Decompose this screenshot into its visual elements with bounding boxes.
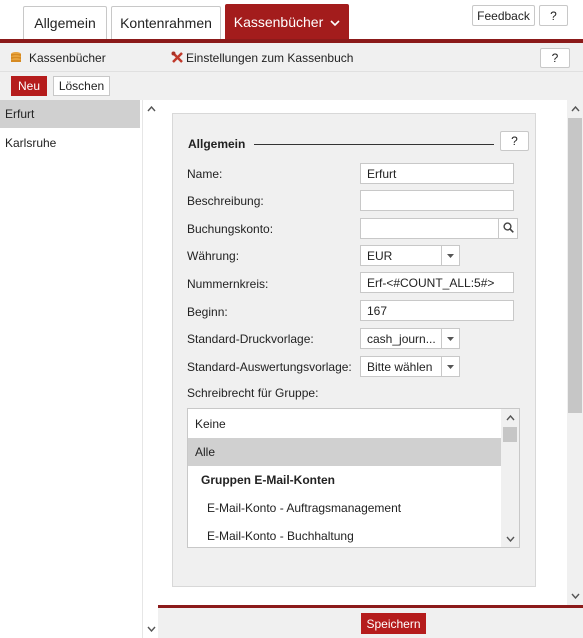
start-field[interactable]: 167 [360,300,514,321]
settings-tools-icon [171,51,184,67]
print-template-select[interactable]: cash_journ... [360,328,460,349]
tab-kassenbuecher[interactable]: Kassenbücher [225,4,349,39]
tab-allgemein-label: Allgemein [34,15,96,31]
name-label: Name: [187,167,223,181]
print-template-label: Standard-Druckvorlage: [187,332,314,346]
caret-down-icon [441,357,459,376]
group-listbox[interactable]: Keine Alle Gruppen E-Mail-Konten E-Mail-… [187,408,520,548]
feedback-button[interactable]: Feedback [472,5,535,26]
description-label: Beschreibung: [187,194,264,208]
tab-kontenrahmen-label: Kontenrahmen [120,15,212,31]
cashbook-list: Erfurt Karlsruhe [0,100,142,638]
report-template-value: Bitte wählen [367,359,433,374]
search-icon [502,221,514,236]
list-item[interactable]: E-Mail-Konto - Buchhaltung [188,522,502,547]
scrollbar-thumb[interactable] [503,427,517,442]
tab-kassenbuecher-label: Kassenbücher [233,14,324,30]
list-item[interactable]: Alle [188,438,502,466]
number-range-label: Nummernkreis: [187,277,269,291]
coins-icon [10,51,22,67]
currency-label: Währung: [187,249,240,263]
list-item[interactable]: Erfurt [0,100,140,128]
help-button-header[interactable]: ? [540,48,570,68]
scroll-up-icon[interactable] [143,102,159,116]
currency-value: EUR [367,248,393,263]
list-item[interactable]: Keine [188,410,502,438]
account-label: Buchungskonto: [187,222,274,236]
scroll-down-icon[interactable] [502,532,518,546]
start-label: Beginn: [187,305,228,319]
report-template-label: Standard-Auswertungsvorlage: [187,360,352,374]
group-label: Keine [195,417,226,431]
panel-header: Kassenbücher Einstellungen zum Kassenbuc… [0,43,583,72]
tab-allgemein[interactable]: Allgemein [23,6,107,39]
section-divider [254,144,494,145]
left-scrollbar[interactable] [142,100,158,638]
list-item[interactable]: Karlsruhe [0,129,140,157]
help-button-top[interactable]: ? [539,5,568,26]
scroll-up-icon[interactable] [567,102,583,116]
cashbook-label: Karlsruhe [5,136,57,150]
cashbook-label: Erfurt [5,107,35,121]
right-panel-title: Einstellungen zum Kassenbuch [186,51,354,65]
scroll-down-icon[interactable] [567,589,583,603]
group-label: Gruppen E-Mail-Konten [201,473,335,487]
report-template-select[interactable]: Bitte wählen [360,356,460,377]
caret-down-icon [441,329,459,348]
scroll-down-icon[interactable] [143,622,159,636]
save-button[interactable]: Speichern [361,613,426,634]
scrollbar-thumb[interactable] [568,118,582,413]
group-label: E-Mail-Konto - Auftragsmanagement [207,501,402,515]
account-field[interactable] [360,218,499,239]
right-toolbar [158,72,583,100]
right-scrollbar[interactable] [567,100,583,605]
print-template-value: cash_journ... [367,331,436,346]
group-list-scrollbar[interactable] [501,409,519,547]
search-button[interactable] [498,218,518,239]
new-button[interactable]: Neu [11,76,47,96]
description-field[interactable] [360,190,514,211]
name-field[interactable]: Erfurt [360,163,514,184]
caret-down-icon [441,246,459,265]
number-range-field[interactable]: Erf-<#COUNT_ALL:5#> [360,272,514,293]
write-group-label: Schreibrecht für Gruppe: [187,386,319,400]
currency-select[interactable]: EUR [360,245,460,266]
top-tab-bar: Allgemein Kontenrahmen Kassenbücher Feed… [0,0,583,43]
tab-kontenrahmen[interactable]: Kontenrahmen [111,6,221,39]
chevron-down-icon [330,14,340,30]
left-panel-title: Kassenbücher [29,51,106,65]
group-label: Alle [195,445,216,459]
section-title: Allgemein [188,137,246,151]
delete-button[interactable]: Löschen [53,76,110,96]
group-label: E-Mail-Konto - Buchhaltung [207,529,354,543]
list-group-header: Gruppen E-Mail-Konten [188,466,502,494]
list-item[interactable]: E-Mail-Konto - Auftragsmanagement [188,494,502,522]
section-help-button[interactable]: ? [500,131,529,151]
scroll-up-icon[interactable] [502,411,518,425]
